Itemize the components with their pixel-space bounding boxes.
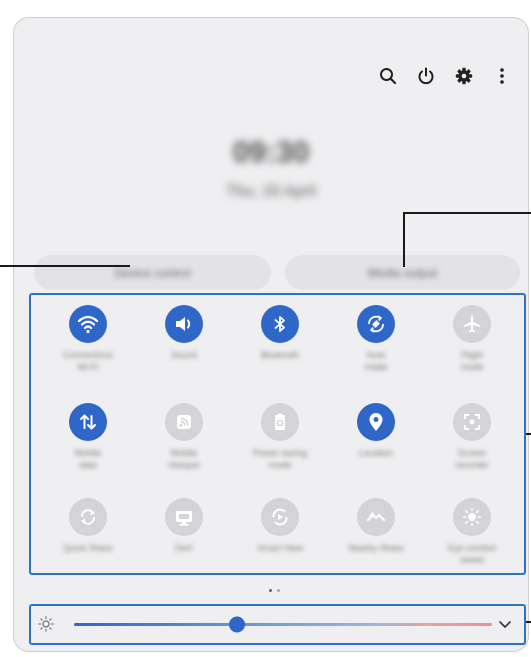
tile-smart-view[interactable]: Smart View [232, 498, 328, 583]
brightness-thumb[interactable] [229, 616, 245, 633]
bluetooth-icon [261, 305, 299, 343]
clock: 09:30 [232, 136, 310, 169]
tile-dex[interactable]: DeX [136, 498, 232, 583]
tile-bluetooth[interactable]: Bluetooth [232, 305, 328, 390]
chevron-down-icon[interactable] [497, 616, 513, 632]
tile-wifi[interactable]: Connections Wi-Fi [40, 305, 136, 390]
more-vertical-icon[interactable] [492, 66, 512, 86]
wifi-icon [69, 305, 107, 343]
device-control-button[interactable]: Device control [34, 255, 271, 290]
tile-auto-rotate[interactable]: Auto rotate [328, 305, 424, 390]
search-icon[interactable] [378, 66, 398, 86]
quick-share-icon [69, 498, 107, 536]
auto-rotate-icon [357, 305, 395, 343]
device-control-label: Device control [114, 265, 191, 280]
brightness-bar [29, 606, 525, 644]
top-icon-bar [378, 66, 512, 86]
brightness-track [74, 623, 492, 626]
tile-location[interactable]: Location [328, 403, 424, 488]
dex-icon [165, 498, 203, 536]
tile-label: Eye comfort shield [447, 543, 496, 565]
tile-label: Quick Share [63, 543, 113, 553]
tile-label: Connections Wi-Fi [62, 350, 114, 372]
tile-quick-share[interactable]: Quick Share [40, 498, 136, 583]
tile-label: Sound [170, 350, 198, 360]
tile-label: Auto rotate [364, 350, 388, 372]
eye-comfort-icon [453, 498, 491, 536]
page-indicator [269, 589, 280, 592]
airplane-icon [453, 305, 491, 343]
callout-line-right-horizontal [403, 212, 531, 214]
tile-label: Screen recorder [455, 448, 489, 470]
tile-label: Location [358, 448, 394, 458]
tile-power-saving[interactable]: Power saving mode [232, 403, 328, 488]
nearby-share-icon [357, 498, 395, 536]
date: Thu, 20 April [226, 183, 316, 200]
media-output-label: Media output [367, 265, 438, 280]
page-dot [277, 589, 280, 592]
tile-label: Mobile Hotspot [168, 448, 200, 470]
tile-label: DeX [175, 543, 193, 553]
tile-label: Smart View [257, 543, 303, 553]
tile-label: Nearby Share [348, 543, 404, 553]
tile-screen-recorder[interactable]: Screen recorder [424, 403, 520, 488]
mobile-data-icon [69, 403, 107, 441]
page-dot-current [269, 589, 272, 592]
gear-icon[interactable] [454, 66, 474, 86]
tile-label: Power saving mode [252, 448, 308, 470]
sun-icon [38, 616, 54, 632]
power-icon[interactable] [416, 66, 436, 86]
tile-nearby-share[interactable]: Nearby Share [328, 498, 424, 583]
brightness-slider[interactable] [74, 606, 494, 644]
volume-icon [165, 305, 203, 343]
tile-mobile-hotspot[interactable]: Mobile Hotspot [136, 403, 232, 488]
location-icon [357, 403, 395, 441]
callout-line-right-vertical [403, 212, 405, 267]
tile-flight-mode[interactable]: Flight mode [424, 305, 520, 390]
tile-label: Flight mode [460, 350, 484, 372]
callout-line-left [0, 265, 130, 267]
hotspot-icon [165, 403, 203, 441]
smart-view-icon [261, 498, 299, 536]
tile-label: Mobile data [74, 448, 102, 470]
tile-mobile-data[interactable]: Mobile data [40, 403, 136, 488]
battery-icon [261, 403, 299, 441]
tile-label: Bluetooth [260, 350, 300, 360]
screen-recorder-icon [453, 403, 491, 441]
tile-sound[interactable]: Sound [136, 305, 232, 390]
tile-eye-comfort[interactable]: Eye comfort shield [424, 498, 520, 583]
